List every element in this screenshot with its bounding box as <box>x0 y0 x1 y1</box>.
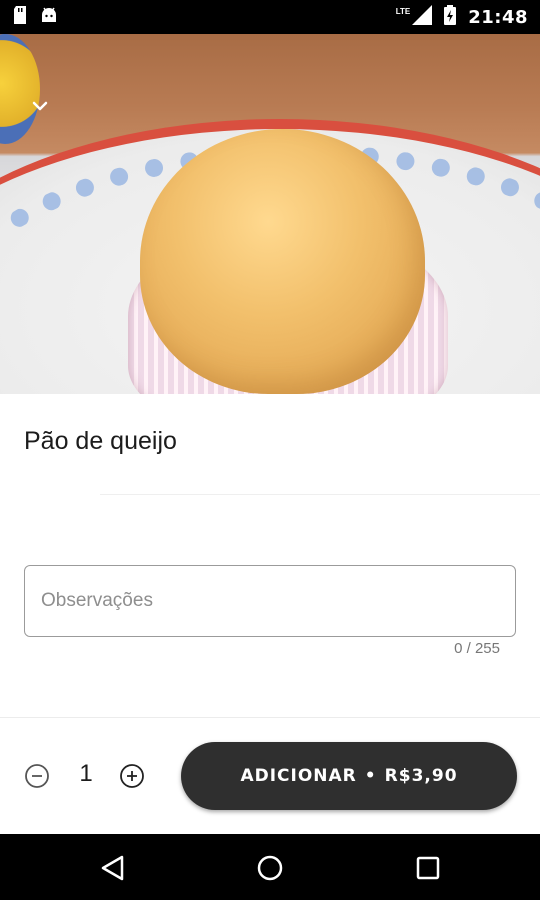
notes-field[interactable] <box>24 565 516 637</box>
recents-icon[interactable] <box>413 853 443 883</box>
background-toy <box>0 34 40 144</box>
battery-icon <box>444 4 457 30</box>
clock: 21:48 <box>468 6 528 28</box>
increase-quantity-button[interactable] <box>119 763 145 789</box>
price-label: R$3,90 <box>384 766 458 786</box>
android-icon <box>40 7 58 28</box>
chevron-down-icon[interactable] <box>28 94 52 118</box>
divider <box>0 717 540 718</box>
sd-card-icon <box>12 5 28 29</box>
status-bar: LTE 21:48 <box>0 0 540 34</box>
home-icon[interactable] <box>255 853 285 883</box>
system-nav-bar <box>0 834 540 900</box>
separator-dot: • <box>364 766 377 786</box>
decrease-quantity-button[interactable] <box>24 763 50 789</box>
add-button-label: ADICIONAR <box>240 766 357 786</box>
notes-input[interactable] <box>25 566 515 636</box>
quantity-value: 1 <box>79 760 93 787</box>
char-counter: 0 / 255 <box>454 640 500 657</box>
plus-circle-icon <box>119 764 145 793</box>
product-image <box>0 34 540 394</box>
signal-icon <box>412 4 433 30</box>
network-type-label: LTE <box>395 6 411 16</box>
minus-circle-icon <box>24 764 50 793</box>
add-to-order-button[interactable]: ADICIONAR • R$3,90 <box>181 742 517 810</box>
divider <box>100 494 540 495</box>
product-title: Pão de queijo <box>24 427 177 455</box>
bread <box>140 129 425 394</box>
back-icon[interactable] <box>98 853 128 883</box>
